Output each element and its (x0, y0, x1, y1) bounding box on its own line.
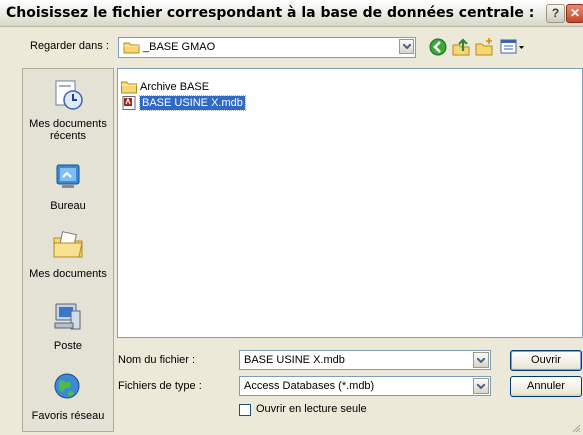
places-label: Mes documents (29, 268, 107, 280)
help-button[interactable]: ? (546, 4, 565, 23)
filetype-select[interactable]: Access Databases (*.mdb) (239, 376, 491, 396)
chevron-down-icon[interactable] (473, 352, 489, 368)
look-in-combo[interactable]: _BASE GMAO (118, 37, 416, 58)
back-icon[interactable] (428, 37, 448, 57)
places-item-desktop[interactable]: Bureau (23, 161, 113, 212)
filename-input[interactable]: BASE USINE X.mdb (239, 350, 491, 370)
new-folder-icon[interactable] (474, 37, 494, 57)
look-in-value: _BASE GMAO (143, 41, 216, 53)
filename-value: BASE USINE X.mdb (244, 354, 345, 366)
chevron-down-icon[interactable] (473, 378, 489, 394)
file-name: Archive BASE (140, 81, 210, 93)
dialog-title: Choisissez le fichier correspondant à la… (6, 5, 535, 21)
file-list[interactable]: Archive BASE BASE USINE X.mdb (117, 68, 583, 338)
places-label: Mes documents récents (29, 118, 107, 142)
places-label: Favoris réseau (31, 410, 105, 422)
title-bar: Choisissez le fichier correspondant à la… (0, 0, 583, 27)
access-database-icon (122, 96, 136, 110)
folder-icon (121, 81, 137, 94)
places-item-recent[interactable]: Mes documents récents (23, 79, 113, 142)
readonly-label: Ouvrir en lecture seule (256, 403, 367, 415)
view-menu-icon[interactable] (500, 37, 526, 57)
chevron-down-icon[interactable] (399, 39, 414, 54)
close-button[interactable]: ✕ (566, 4, 583, 23)
computer-icon (54, 303, 81, 330)
my-documents-icon (53, 231, 83, 258)
places-label: Bureau (50, 200, 86, 212)
filename-label: Nom du fichier : (118, 354, 196, 366)
recent-documents-icon (55, 80, 83, 110)
network-globe-icon (54, 373, 80, 399)
cancel-button[interactable]: Annuler (510, 376, 582, 397)
file-name: BASE USINE X.mdb (139, 95, 246, 111)
open-button[interactable]: Ouvrir (510, 350, 582, 371)
places-item-my-computer[interactable]: Poste (23, 301, 113, 352)
places-item-network[interactable]: Favoris réseau (23, 371, 113, 422)
places-item-my-documents[interactable]: Mes documents (23, 229, 113, 280)
folder-icon (123, 42, 140, 54)
resize-grip-icon[interactable] (571, 423, 581, 433)
filetype-label: Fichiers de type : (118, 380, 202, 392)
readonly-checkbox[interactable] (239, 404, 251, 416)
filetype-value: Access Databases (*.mdb) (244, 380, 375, 392)
desktop-icon (56, 164, 80, 188)
look-in-label: Regarder dans : (30, 40, 109, 52)
places-bar: Mes documents récents Bureau Mes documen… (22, 68, 114, 432)
places-label: Poste (53, 340, 83, 352)
up-folder-icon[interactable] (451, 37, 471, 57)
